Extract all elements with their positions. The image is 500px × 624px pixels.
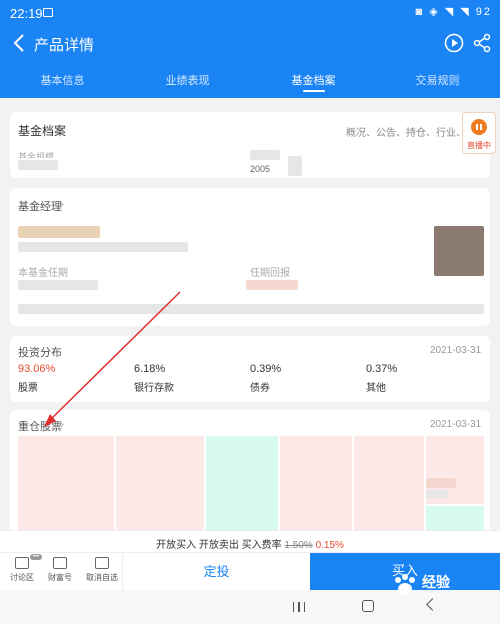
watermark-brand: 经验 <box>422 574 450 590</box>
holding-tile[interactable] <box>18 436 114 530</box>
holding-value-blurred <box>426 490 448 498</box>
watermark-site: jingyan.baidu.com <box>422 592 479 599</box>
app-bar: 产品详情 <box>0 26 500 62</box>
auto-invest-button[interactable]: 定投 <box>122 553 310 591</box>
tab-trading-rules[interactable]: 交易规则 <box>375 72 500 88</box>
chevron-right-icon: › <box>60 417 64 431</box>
manager-bio-blurred <box>18 304 484 314</box>
chat-icon <box>15 557 29 569</box>
wealth-account-label: 财富号 <box>48 573 72 582</box>
paw-logo-icon <box>395 574 415 595</box>
tenure-label: 本基金任期 <box>18 268 68 279</box>
status-icons: ◙ ◈ ◥ ◥ 92 <box>415 6 492 18</box>
manager-name-blurred <box>18 226 100 238</box>
chevron-right-icon: › <box>60 197 64 211</box>
fund-profile-card[interactable]: 基金档案 概况、公告、持仓、行业、分 基金规模 2005 <box>10 112 490 178</box>
tab-basic-info[interactable]: 基本信息 <box>0 72 125 88</box>
status-bar: 22:19 ◙ ◈ ◥ ◥ 92 <box>0 0 500 26</box>
allocation-other-label: 其他 <box>366 383 386 394</box>
tab-fund-profile[interactable]: 基金档案 <box>251 72 376 88</box>
allocation-bond-label: 债券 <box>250 383 270 394</box>
holding-tile[interactable] <box>354 436 424 530</box>
back-arrow-icon[interactable] <box>10 32 30 54</box>
allocation-other-value: 0.37% <box>366 363 398 375</box>
home-icon[interactable] <box>362 600 374 612</box>
fund-date-label-blurred <box>250 150 280 160</box>
holding-tile[interactable] <box>116 436 204 530</box>
remove-watchlist-button[interactable]: 取消自选 <box>84 557 120 583</box>
tab-bar: 基本信息 业绩表现 基金档案 交易规则 <box>0 62 500 98</box>
tenure-value-blurred <box>18 280 98 290</box>
allocation-stock-value: 93.06% <box>18 363 56 375</box>
discount-fee: 0.15% <box>315 540 344 551</box>
allocation-deposit-label: 银行存款 <box>134 383 174 394</box>
play-video-icon[interactable] <box>444 33 464 53</box>
fund-established-value: 2005 <box>250 164 271 173</box>
content-area: 基金档案 概况、公告、持仓、行业、分 基金规模 2005 基金经理 › 本基金任… <box>0 98 500 530</box>
live-stream-badge[interactable]: 直播中 <box>462 112 496 154</box>
fee-bar: 开放买入 开放卖出 买入费率 1.50% 0.15% <box>0 530 500 552</box>
fund-size-label: 基金规模 <box>18 152 55 158</box>
allocation-title: 投资分布 <box>18 347 62 359</box>
fund-profile-title: 基金档案 <box>18 124 67 138</box>
allocation-stock-label: 股票 <box>18 383 38 394</box>
watermark: 经验 jingyan.baidu.com <box>392 566 490 608</box>
holding-tile[interactable] <box>206 436 278 530</box>
fund-profile-links: 概况、公告、持仓、行业、分 <box>346 128 476 139</box>
status-time: 22:19 <box>10 6 43 21</box>
holdings-date: 2021-03-31 <box>430 419 482 430</box>
fund-size-value-blurred <box>18 160 58 170</box>
discussion-badge: ••• <box>29 554 42 560</box>
holdings-card[interactable]: 重仓股票 › 2021-03-31 <box>10 410 490 530</box>
discussion-label: 讨论区 <box>10 573 34 582</box>
fund-manager-title[interactable]: 基金经理 <box>18 198 62 214</box>
holding-tile[interactable] <box>280 436 352 530</box>
holding-name-blurred <box>426 478 456 488</box>
allocation-date: 2021-03-31 <box>430 345 482 356</box>
live-icon <box>471 119 487 135</box>
watchlist-icon <box>95 557 109 569</box>
recent-apps-icon[interactable] <box>293 602 305 612</box>
open-sell-text: 开放卖出 <box>198 540 239 551</box>
tab-performance[interactable]: 业绩表现 <box>125 72 250 88</box>
manager-info-blurred <box>18 242 188 252</box>
discussion-button[interactable]: 讨论区 ••• <box>4 554 42 583</box>
allocation-card: 投资分布 2021-03-31 93.06% 股票 6.18% 银行存款 0.3… <box>10 336 490 402</box>
blur-patch <box>288 156 302 176</box>
page-title: 产品详情 <box>34 37 95 54</box>
active-tab-indicator <box>303 90 325 92</box>
wealth-account-button[interactable]: 财富号 <box>42 557 78 583</box>
fund-manager-card[interactable]: 基金经理 › 本基金任期 任期回报 <box>10 188 490 326</box>
original-fee: 1.50% <box>284 540 313 551</box>
manager-avatar <box>434 226 484 276</box>
holdings-title[interactable]: 重仓股票 <box>18 418 62 434</box>
holding-tile[interactable] <box>426 506 484 530</box>
allocation-deposit-value: 6.18% <box>134 363 166 375</box>
return-label: 任期回报 <box>250 268 290 279</box>
live-label: 直播中 <box>467 141 491 150</box>
open-buy-text: 开放买入 <box>156 540 197 551</box>
image-notification-icon <box>43 8 53 17</box>
allocation-bond-value: 0.39% <box>250 363 282 375</box>
store-icon <box>53 557 67 569</box>
return-value-blurred <box>246 280 298 290</box>
fee-label: 买入费率 <box>241 540 282 551</box>
remove-watchlist-label: 取消自选 <box>86 573 118 582</box>
share-icon[interactable] <box>472 33 492 53</box>
